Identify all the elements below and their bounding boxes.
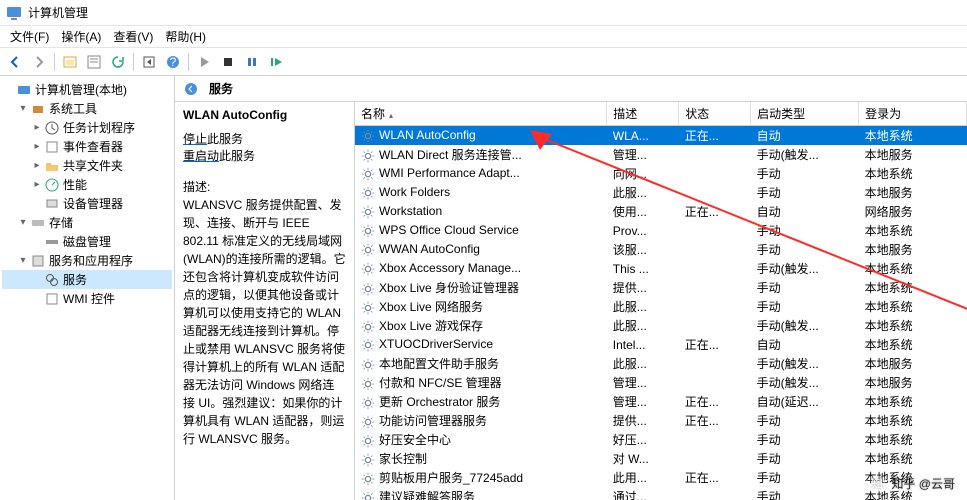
service-row[interactable]: WWAN AutoConfig该服...手动本地服务 bbox=[355, 240, 967, 259]
col-desc[interactable]: 描述 bbox=[607, 102, 679, 126]
tree-wmi[interactable]: WMI 控件 bbox=[2, 289, 172, 308]
svg-text:知: 知 bbox=[871, 477, 883, 491]
svg-text:?: ? bbox=[170, 55, 177, 69]
tree-shared-folders[interactable]: ▸共享文件夹 bbox=[2, 156, 172, 175]
watermark: 知 知乎 @云哥 bbox=[869, 475, 955, 492]
help-button[interactable]: ? bbox=[162, 51, 184, 73]
service-row[interactable]: 家长控制对 W...手动本地系统 bbox=[355, 449, 967, 468]
service-row[interactable]: WMI Performance Adapt...向网...手动本地系统 bbox=[355, 164, 967, 183]
tree-system-tools[interactable]: ▾系统工具 bbox=[2, 99, 172, 118]
service-list[interactable]: 名称▴ 描述 状态 启动类型 登录为 WLAN AutoConfigWLA...… bbox=[355, 102, 967, 500]
service-row[interactable]: 功能访问管理器服务提供...正在...手动本地系统 bbox=[355, 411, 967, 430]
pause-service-button[interactable] bbox=[241, 51, 263, 73]
tree-storage[interactable]: ▾存储 bbox=[2, 213, 172, 232]
service-row[interactable]: Workstation使用...正在...自动网络服务 bbox=[355, 202, 967, 221]
detail-service-name: WLAN AutoConfig bbox=[183, 108, 346, 122]
app-icon bbox=[6, 5, 22, 21]
services-title: 服务 bbox=[209, 80, 233, 97]
col-name[interactable]: 名称▴ bbox=[355, 102, 607, 126]
tree-disk-management[interactable]: 磁盘管理 bbox=[2, 232, 172, 251]
separator bbox=[133, 53, 134, 71]
service-row[interactable]: 本地配置文件助手服务此服...手动(触发...本地服务 bbox=[355, 354, 967, 373]
export-button[interactable] bbox=[138, 51, 160, 73]
service-row[interactable]: WPS Office Cloud ServiceProv...手动本地系统 bbox=[355, 221, 967, 240]
zhihu-icon: 知 bbox=[869, 476, 885, 492]
service-row[interactable]: WLAN AutoConfigWLA...正在...自动本地系统 bbox=[355, 126, 967, 146]
service-row[interactable]: Xbox Live 身份验证管理器提供...手动本地系统 bbox=[355, 278, 967, 297]
menu-help[interactable]: 帮助(H) bbox=[159, 26, 212, 47]
desc-text: WLANSVC 服务提供配置、发现、连接、断开与 IEEE 802.11 标准定… bbox=[183, 196, 346, 448]
service-detail-pane: WLAN AutoConfig 停止此服务 重启动此服务 描述: WLANSVC… bbox=[175, 102, 355, 500]
service-row[interactable]: 付款和 NFC/SE 管理器管理...手动(触发...本地服务 bbox=[355, 373, 967, 392]
tree-services-apps[interactable]: ▾服务和应用程序 bbox=[2, 251, 172, 270]
col-startup[interactable]: 启动类型 bbox=[751, 102, 859, 126]
restart-link[interactable]: 重启动 bbox=[183, 149, 219, 163]
stop-link[interactable]: 停止 bbox=[183, 132, 207, 146]
window-title: 计算机管理 bbox=[28, 4, 88, 21]
services-header: 服务 bbox=[175, 76, 967, 102]
refresh-button[interactable] bbox=[107, 51, 129, 73]
col-status[interactable]: 状态 bbox=[679, 102, 751, 126]
titlebar: 计算机管理 bbox=[0, 0, 967, 26]
service-row[interactable]: WLAN Direct 服务连接管...管理...手动(触发...本地服务 bbox=[355, 145, 967, 164]
tree-services[interactable]: 服务 bbox=[2, 270, 172, 289]
service-row[interactable]: 更新 Orchestrator 服务管理...正在...自动(延迟...本地系统 bbox=[355, 392, 967, 411]
service-row[interactable]: 好压安全中心好压...手动本地系统 bbox=[355, 430, 967, 449]
main-content: 计算机管理(本地) ▾系统工具 ▸任务计划程序 ▸事件查看器 ▸共享文件夹 ▸性… bbox=[0, 76, 967, 500]
service-row[interactable]: Xbox Live 网络服务此服...手动本地系统 bbox=[355, 297, 967, 316]
up-button[interactable] bbox=[59, 51, 81, 73]
tree-root[interactable]: 计算机管理(本地) bbox=[2, 80, 172, 99]
stop-service-button[interactable] bbox=[217, 51, 239, 73]
content-pane: 服务 WLAN AutoConfig 停止此服务 重启动此服务 描述: WLAN… bbox=[175, 76, 967, 500]
forward-button[interactable] bbox=[28, 51, 50, 73]
start-service-button[interactable] bbox=[193, 51, 215, 73]
desc-label: 描述: bbox=[183, 178, 346, 196]
service-row[interactable]: Xbox Accessory Manage...This ...手动(触发...… bbox=[355, 259, 967, 278]
tree-event-viewer[interactable]: ▸事件查看器 bbox=[2, 137, 172, 156]
col-logon[interactable]: 登录为 bbox=[859, 102, 967, 126]
menu-action[interactable]: 操作(A) bbox=[55, 26, 107, 47]
menubar: 文件(F) 操作(A) 查看(V) 帮助(H) bbox=[0, 26, 967, 48]
separator bbox=[54, 53, 55, 71]
menu-file[interactable]: 文件(F) bbox=[4, 26, 55, 47]
service-row[interactable]: Work Folders此服...手动本地服务 bbox=[355, 183, 967, 202]
properties-button[interactable] bbox=[83, 51, 105, 73]
tree-device-manager[interactable]: 设备管理器 bbox=[2, 194, 172, 213]
toolbar: ? bbox=[0, 48, 967, 76]
tree-performance[interactable]: ▸性能 bbox=[2, 175, 172, 194]
restart-service-button[interactable] bbox=[265, 51, 287, 73]
separator bbox=[188, 53, 189, 71]
service-row[interactable]: XTUOCDriverServiceIntel...正在...自动本地系统 bbox=[355, 335, 967, 354]
menu-view[interactable]: 查看(V) bbox=[107, 26, 159, 47]
header-back-icon[interactable] bbox=[181, 79, 201, 99]
service-row[interactable]: Xbox Live 游戏保存此服...手动(触发...本地系统 bbox=[355, 316, 967, 335]
sort-indicator-icon: ▴ bbox=[389, 111, 393, 120]
nav-tree[interactable]: 计算机管理(本地) ▾系统工具 ▸任务计划程序 ▸事件查看器 ▸共享文件夹 ▸性… bbox=[0, 76, 175, 500]
tree-task-scheduler[interactable]: ▸任务计划程序 bbox=[2, 118, 172, 137]
back-button[interactable] bbox=[4, 51, 26, 73]
